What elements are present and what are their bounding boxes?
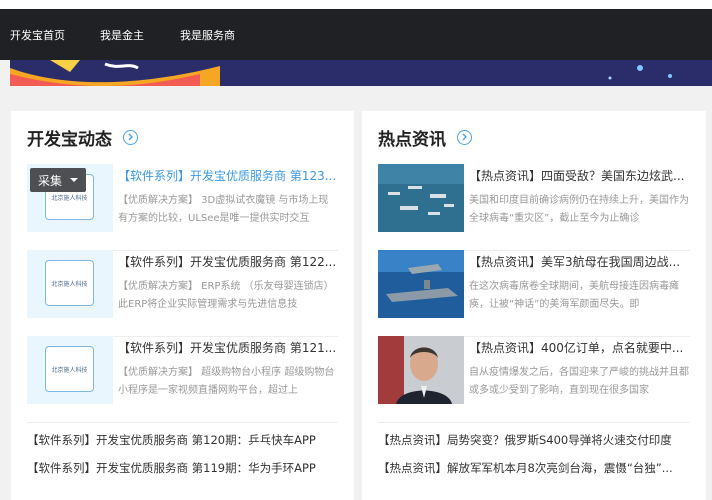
list-item-link[interactable]: 【软件系列】开发宝优质服务商 第120期：乒乓快车APP bbox=[27, 432, 344, 448]
list-item[interactable]: 北京施人科技 【软件系列】开发宝优质服务商 第121... 【优质解决方案】 超… bbox=[27, 336, 338, 423]
collect-button[interactable]: 采集 bbox=[30, 168, 86, 192]
list-item[interactable]: 北京施人科技 【软件系列】开发宝优质服务商 第122... 【优质解决方案】 E… bbox=[27, 250, 338, 337]
list-item-link[interactable]: 【软件系列】开发宝优质服务商 第119期：华为手环APP bbox=[27, 460, 344, 476]
article-title[interactable]: 【热点资讯】美军3航母在我国周边战... bbox=[469, 253, 690, 270]
banner-image[interactable] bbox=[10, 60, 712, 86]
thumbnail: 北京施人科技 bbox=[27, 336, 113, 404]
list-item-link[interactable]: 【热点资讯】解放军军机本月8次亮剑台海，震慑“台独”... bbox=[378, 460, 696, 476]
nav-item-provider[interactable]: 我是服务商 bbox=[180, 27, 235, 43]
article-title[interactable]: 【软件系列】开发宝优质服务商 第123... bbox=[118, 167, 338, 184]
article-summary: 自从疫情爆发之后，各国迎来了严峻的挑战并且都或多或少受到了影响，直到现在很多国家 bbox=[469, 367, 689, 396]
chevron-right-icon[interactable] bbox=[123, 129, 138, 145]
nav-item-home[interactable]: 开发宝首页 bbox=[10, 27, 65, 43]
chevron-right-icon[interactable] bbox=[457, 129, 472, 145]
hot-news-card: 热点资讯 【热点资讯】四面受敌？美国东边炫武... 美国和印度目前确诊病例仍在持… bbox=[362, 111, 706, 500]
carrier-photo bbox=[378, 250, 464, 318]
dynamics-title: 开发宝动态 bbox=[27, 129, 112, 150]
list-item-link[interactable]: 【热点资讯】局势突变？俄罗斯S400导弹将火速交付印度 bbox=[378, 432, 696, 448]
top-navbar: 开发宝首页 我是金主 我是服务商 bbox=[0, 9, 712, 60]
article-title[interactable]: 【软件系列】开发宝优质服务商 第121... bbox=[118, 339, 338, 356]
article-summary: 美国和印度目前确诊病例仍在持续上升，美国作为全球病毒“重灾区”，截止至今为止确诊 bbox=[469, 195, 689, 224]
article-summary: 【优质解决方案】 超级购物台小程序 超级购物台小程序是一家视频直播网购平台，超过… bbox=[118, 367, 335, 396]
article-title[interactable]: 【热点资讯】四面受敌？美国东边炫武... bbox=[469, 167, 690, 184]
article-title[interactable]: 【软件系列】开发宝优质服务商 第122... bbox=[118, 253, 338, 270]
fleet-photo bbox=[378, 164, 464, 232]
caret-down-icon bbox=[70, 178, 79, 182]
article-summary: 【优质解决方案】 ERP系统 （乐友母婴连锁店） 此ERP将企业实际管理需求与先… bbox=[118, 281, 334, 310]
article-title[interactable]: 【热点资讯】400亿订单，点名就要中... bbox=[469, 339, 690, 356]
dynamics-header: 开发宝动态 bbox=[27, 125, 138, 150]
list-item[interactable]: 【热点资讯】美军3航母在我国周边战... 在这次病毒席卷全球期间，美航母接连因病… bbox=[378, 250, 690, 337]
nav-item-sponsor[interactable]: 我是金主 bbox=[100, 27, 144, 43]
logo-text: 北京施人科技 bbox=[51, 280, 88, 288]
thumbnail: 北京施人科技 bbox=[27, 250, 113, 318]
article-summary: 在这次病毒席卷全球期间，美航母接连因病毒瘫痪，让被“神话”的美海军颜面尽失。即 bbox=[469, 281, 679, 310]
article-summary: 【优质解决方案】 3D虚拟试衣魔镜 与市场上现有方案的比较，ULSee是唯一提供… bbox=[118, 195, 329, 224]
logo-text: 北京施人科技 bbox=[51, 194, 88, 202]
logo-text: 北京施人科技 bbox=[51, 366, 88, 374]
collect-label: 采集 bbox=[38, 173, 63, 188]
portrait-photo bbox=[378, 336, 464, 404]
hot-news-title: 热点资讯 bbox=[378, 129, 446, 150]
list-item[interactable]: 【热点资讯】400亿订单，点名就要中... 自从疫情爆发之后，各国迎来了严峻的挑… bbox=[378, 336, 690, 423]
list-item[interactable]: 【热点资讯】四面受敌？美国东边炫武... 美国和印度目前确诊病例仍在持续上升，美… bbox=[378, 164, 690, 251]
top-strip bbox=[0, 0, 712, 9]
hot-news-header: 热点资讯 bbox=[378, 125, 472, 150]
